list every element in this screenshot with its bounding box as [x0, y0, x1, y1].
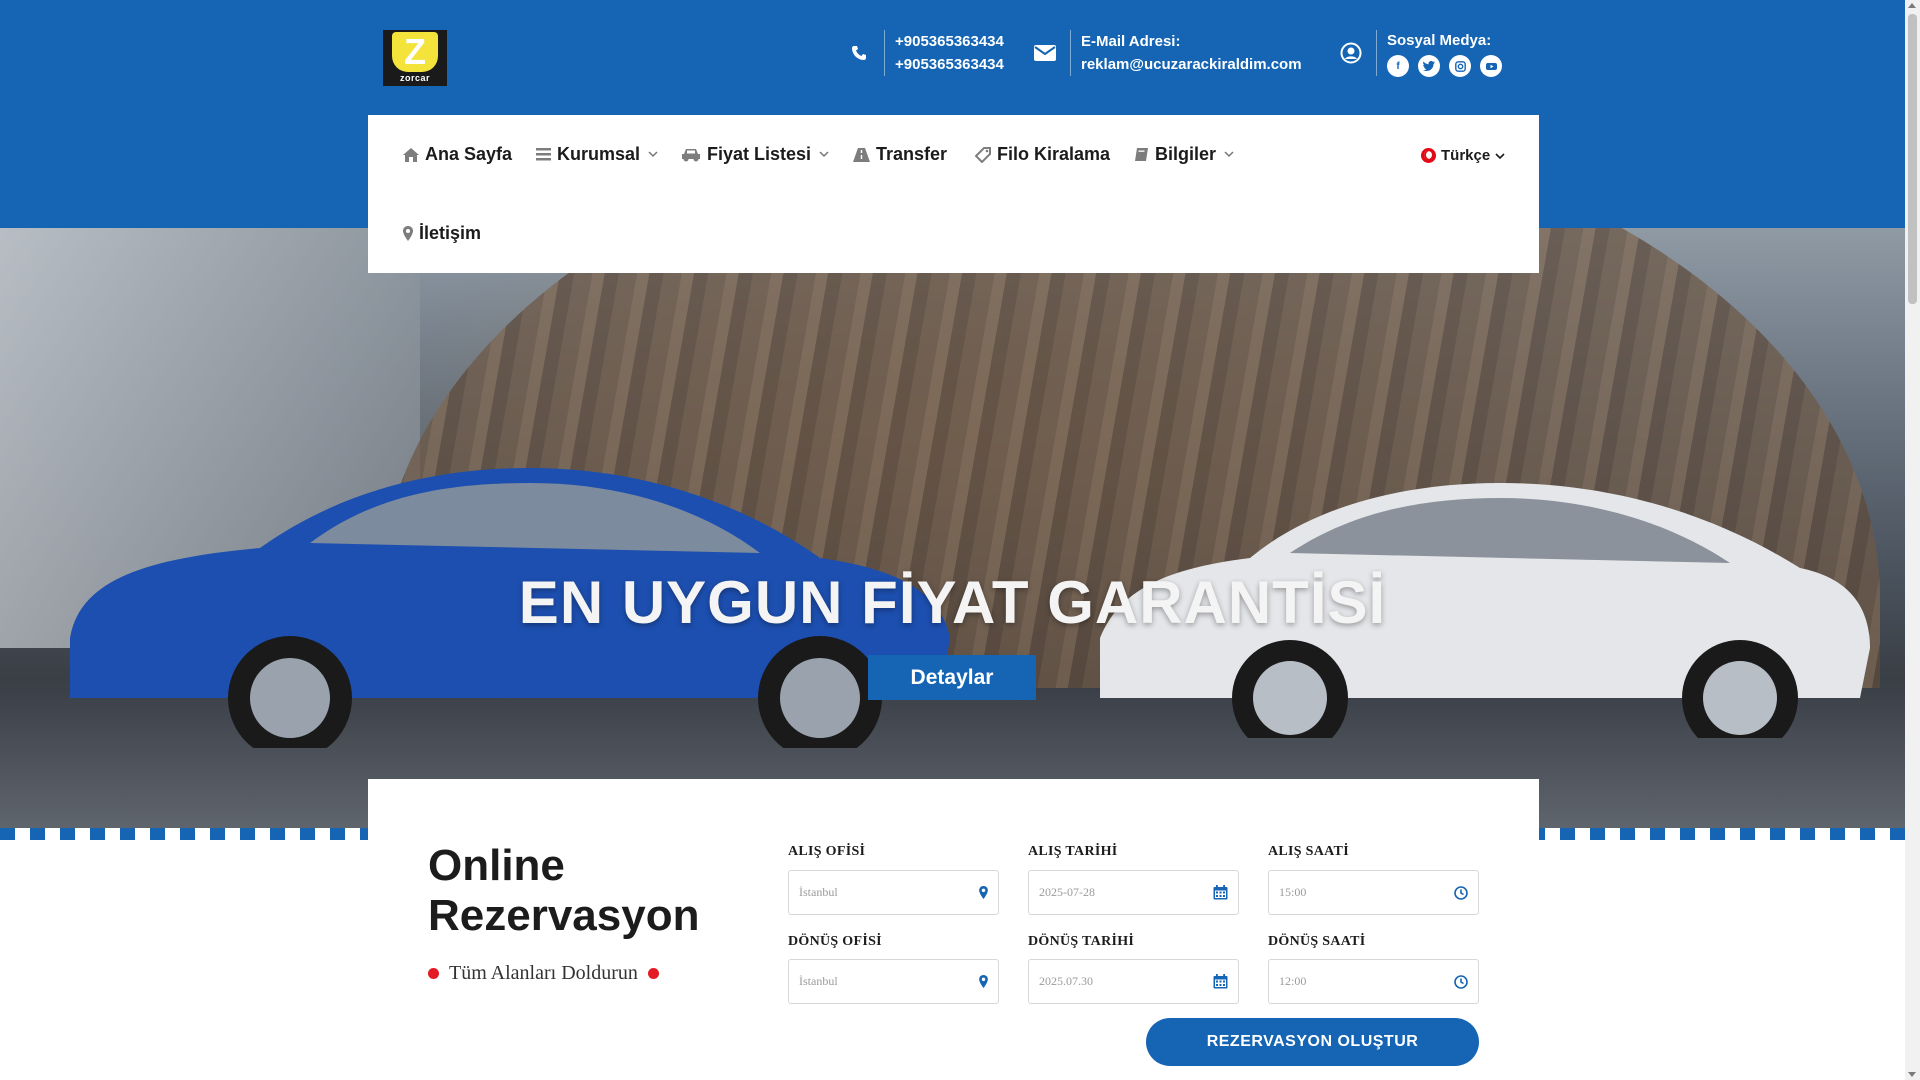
return-time-label: DÖNÜŞ SAATİ: [1268, 934, 1366, 949]
map-marker-icon: [979, 975, 988, 988]
nav-label: Kurumsal: [557, 144, 641, 164]
email-address[interactable]: reklam@ucuzarackiraldim.com: [1081, 53, 1302, 76]
clock-icon: [1454, 974, 1468, 989]
pickup-office-label: ALIŞ OFİSİ: [788, 844, 866, 859]
map-marker-icon: [403, 226, 413, 241]
reservation-panel: Online Rezervasyon Tüm Alanları Doldurun…: [368, 779, 1539, 1080]
nav-label: Fiyat Listesi: [707, 144, 812, 164]
social-label: Sosyal Medya:: [1387, 32, 1492, 49]
details-button[interactable]: Detaylar: [868, 655, 1036, 700]
divider: [1070, 30, 1071, 76]
page-scrollbar[interactable]: [1905, 0, 1920, 1080]
tag-icon: [975, 146, 991, 163]
nav-item-kurumsal[interactable]: Kurumsal: [536, 144, 658, 165]
red-dot: [428, 968, 439, 979]
red-dot: [647, 968, 659, 979]
return-time-input[interactable]: 12:00: [1268, 959, 1479, 1004]
social-contact: Sosyal Medya: f: [1340, 30, 1502, 77]
scrollbar-thumb[interactable]: [1908, 14, 1917, 304]
twitter-icon[interactable]: [1418, 55, 1440, 77]
scroll-up-arrow-icon[interactable]: [1908, 3, 1916, 8]
phone-number-2[interactable]: +905365363434: [895, 53, 1004, 76]
calendar-icon: [1213, 974, 1228, 989]
email-label: E-Mail Adresi:: [1081, 33, 1181, 50]
home-icon: [403, 147, 419, 162]
pickup-time-label: ALIŞ SAATİ: [1268, 844, 1349, 859]
phone-icon: [848, 42, 870, 64]
nav-item-transfer[interactable]: Transfer: [853, 144, 947, 165]
nav-item-iletisim[interactable]: İletişim: [403, 223, 481, 244]
user-circle-icon[interactable]: [1340, 42, 1362, 64]
email-contact: E-Mail Adresi: reklam@ucuzarackiraldim.c…: [1034, 30, 1302, 76]
main-navigation: Ana Sayfa Kurumsal Fiyat Listesi Transfe…: [368, 115, 1539, 273]
book-icon: [1134, 147, 1149, 162]
clock-icon: [1454, 885, 1468, 900]
site-logo[interactable]: Z zorcar: [383, 30, 447, 86]
pickup-office-select[interactable]: İstanbul: [788, 870, 999, 915]
logo-text: zorcar: [399, 73, 430, 83]
map-marker-icon: [979, 886, 988, 899]
divider: [884, 30, 885, 76]
pickup-date-input[interactable]: 2025-07-28: [1028, 870, 1239, 915]
return-office-select[interactable]: İstanbul: [788, 959, 999, 1004]
road-icon: [853, 147, 870, 162]
turkey-flag-icon: [1421, 148, 1436, 163]
return-date-label: DÖNÜŞ TARİHİ: [1028, 934, 1135, 949]
nav-item-filo-kiralama[interactable]: Filo Kiralama: [975, 144, 1110, 165]
reservation-title: Online Rezervasyon: [428, 841, 700, 940]
social-links: f: [1387, 55, 1502, 77]
language-label: Türkçe: [1441, 147, 1491, 164]
nav-label: Transfer: [876, 144, 948, 164]
pickup-date-label: ALIŞ TARİHİ: [1028, 844, 1118, 859]
pickup-time-input[interactable]: 15:00: [1268, 870, 1479, 915]
hero-title: EN UYGUN FİYAT GARANTİSİ: [518, 569, 1387, 636]
phone-number-1[interactable]: +905365363434: [895, 30, 1004, 53]
nav-label: Filo Kiralama: [997, 144, 1111, 164]
create-reservation-button[interactable]: REZERVASYON OLUŞTUR: [1146, 1018, 1479, 1066]
return-date-input[interactable]: 2025.07.30: [1028, 959, 1239, 1004]
instagram-icon[interactable]: [1449, 55, 1471, 77]
chevron-down-icon: [648, 151, 658, 158]
calendar-icon: [1213, 885, 1228, 900]
facebook-icon[interactable]: f: [1387, 55, 1409, 77]
scroll-down-arrow-icon[interactable]: [1908, 1072, 1916, 1077]
chevron-down-icon: [819, 151, 829, 158]
reservation-subtitle: Tüm Alanları Doldurun: [428, 962, 659, 985]
bars-icon: [536, 148, 551, 161]
nav-item-fiyat-listesi[interactable]: Fiyat Listesi: [681, 144, 829, 165]
nav-item-bilgiler[interactable]: Bilgiler: [1134, 144, 1234, 165]
phone-contact: +905365363434 +905365363434: [848, 30, 1004, 76]
language-selector[interactable]: Türkçe: [1421, 147, 1505, 164]
subtitle-text: Tüm Alanları Doldurun: [449, 962, 638, 984]
chevron-down-icon: [1224, 151, 1234, 158]
nav-label: Bilgiler: [1155, 144, 1217, 164]
car-icon: [681, 148, 701, 162]
envelope-icon: [1034, 42, 1056, 64]
hero-banner: EN UYGUN FİYAT GARANTİSİ Detaylar: [0, 228, 1905, 828]
nav-label: İletişim: [419, 223, 482, 243]
return-office-label: DÖNÜŞ OFİSİ: [788, 934, 882, 949]
divider: [1376, 30, 1377, 76]
nav-label: Ana Sayfa: [425, 144, 513, 164]
logo-mark: Z: [392, 32, 438, 72]
nav-item-ana-sayfa[interactable]: Ana Sayfa: [403, 144, 512, 165]
youtube-icon[interactable]: [1480, 55, 1502, 77]
chevron-down-icon: [1495, 147, 1505, 164]
